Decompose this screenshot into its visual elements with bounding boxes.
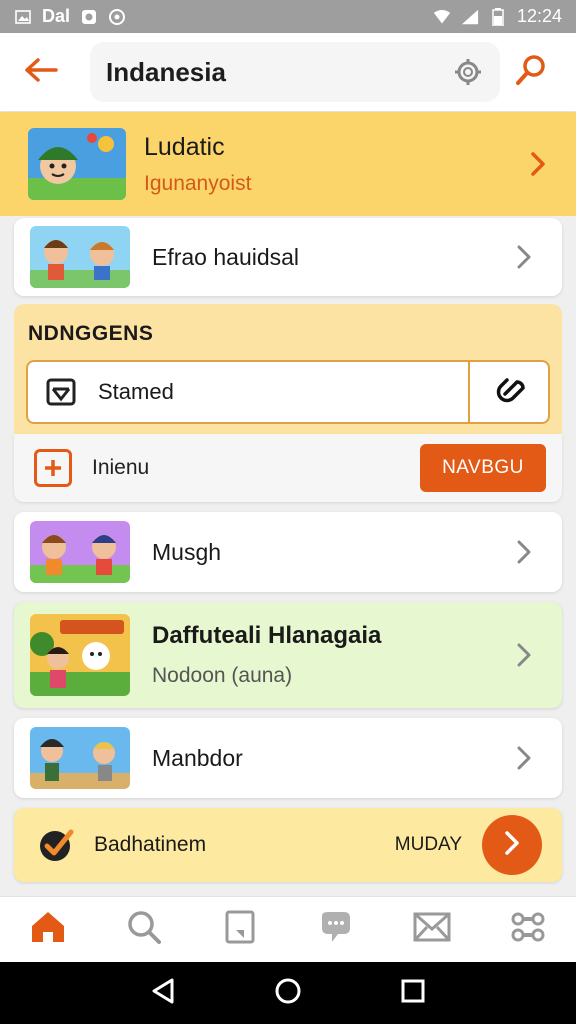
system-nav-bar: [0, 962, 576, 1024]
tab-bookmark[interactable]: [217, 907, 263, 953]
grid-icon: [510, 911, 546, 948]
home-icon: [30, 910, 66, 949]
card-thumbnail: [30, 614, 130, 696]
chevron-right-icon: [504, 635, 544, 675]
list-thumbnail: [30, 226, 130, 288]
nav-home-button[interactable]: [268, 973, 308, 1013]
promo-label: Badhatinem: [94, 833, 207, 856]
back-button[interactable]: [18, 49, 64, 95]
chevron-right-icon: [518, 144, 558, 184]
search-icon: [127, 910, 161, 949]
search-field[interactable]: Indanesia: [90, 42, 500, 102]
square-recents-icon: [400, 978, 426, 1009]
shared-label: Stamed: [98, 379, 174, 404]
tab-more[interactable]: [505, 907, 551, 953]
action-label: Inienu: [92, 456, 150, 479]
notification-icon: [80, 8, 98, 26]
status-time: 12:24: [516, 6, 562, 26]
wifi-icon: [433, 8, 451, 26]
status-bar: Dal 12:24: [0, 0, 576, 33]
chevron-right-icon: [504, 532, 544, 572]
list-item-label: Manbdor: [152, 744, 243, 771]
search-button[interactable]: [510, 51, 552, 93]
featured-subtitle: Igunanyoist: [144, 171, 252, 195]
link-button[interactable]: [470, 362, 548, 422]
status-left-text: Dal: [42, 6, 71, 26]
bottom-tab-bar: [0, 896, 576, 962]
tab-search[interactable]: [121, 907, 167, 953]
sync-icon: [108, 8, 126, 26]
action-row: Inienu NAVBGU: [14, 434, 562, 502]
chevron-right-icon: [502, 830, 522, 861]
search-icon: [515, 54, 547, 91]
action-button[interactable]: NAVBGU: [420, 444, 546, 492]
image-icon: [14, 8, 32, 26]
nav-back-button[interactable]: [143, 973, 183, 1013]
chat-icon: [318, 910, 354, 949]
promo-right-text: MUDAY: [394, 834, 462, 855]
app-bar: Indanesia: [0, 33, 576, 111]
list-item-label: Efrao hauidsal: [152, 243, 300, 270]
card-title: Daffuteali Hlanagaia: [152, 622, 382, 649]
signal-icon: [461, 8, 479, 26]
list-item[interactable]: Efrao hauidsal: [14, 218, 562, 296]
inbox-icon: [44, 375, 78, 409]
promo-card[interactable]: Badhatinem MUDAY: [14, 808, 562, 882]
list-item-label: Musgh: [152, 538, 222, 565]
tab-mail[interactable]: [409, 907, 455, 953]
section-panel: NDNGGENS Stamed: [14, 304, 562, 434]
list-item[interactable]: Musgh: [14, 512, 562, 592]
check-badge-icon: [36, 825, 76, 865]
nav-recents-button[interactable]: [393, 973, 433, 1013]
list-thumbnail: [30, 521, 130, 583]
battery-icon: [489, 7, 507, 26]
add-icon[interactable]: [34, 449, 72, 487]
mail-icon: [413, 912, 451, 947]
shared-field[interactable]: Stamed: [26, 360, 550, 424]
link-icon: [491, 374, 527, 411]
highlight-card[interactable]: Daffuteali Hlanagaia Nodoon (auna): [14, 602, 562, 708]
chevron-right-icon: [504, 237, 544, 277]
featured-item[interactable]: Ludatic Igunanyoist: [0, 112, 576, 216]
featured-thumbnail: [28, 128, 126, 200]
chevron-right-icon: [504, 738, 544, 778]
tab-home[interactable]: [25, 907, 71, 953]
featured-title: Ludatic: [144, 132, 225, 161]
triangle-back-icon: [150, 977, 176, 1010]
circle-home-icon: [274, 977, 302, 1010]
next-button[interactable]: [482, 815, 542, 875]
tab-chat[interactable]: [313, 907, 359, 953]
page-title: Indanesia: [106, 56, 226, 87]
back-arrow-icon: [24, 57, 58, 87]
gear-icon[interactable]: [452, 56, 484, 88]
bookmark-icon: [224, 910, 256, 949]
card-subtitle: Nodoon (auna): [152, 664, 293, 687]
section-heading: NDNGGENS: [28, 322, 154, 345]
list-thumbnail: [30, 727, 130, 789]
list-item[interactable]: Manbdor: [14, 718, 562, 798]
